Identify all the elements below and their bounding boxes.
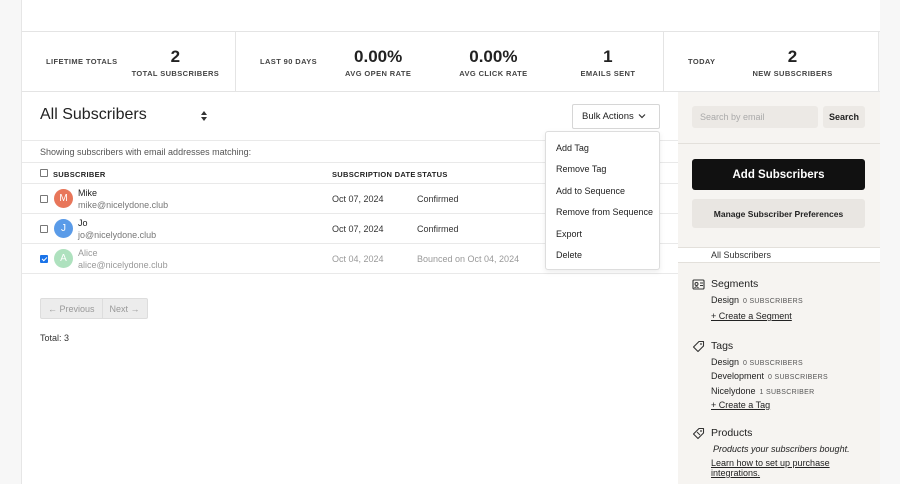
lifetime-label: LIFETIME TOTALS bbox=[46, 57, 118, 66]
menu-item-add-tag[interactable]: Add Tag bbox=[556, 143, 589, 153]
lifetime-group: LIFETIME TOTALS 2 TOTAL SUBSCRIBERS bbox=[22, 32, 236, 91]
new-subscribers-stat: 2 NEW SUBSCRIBERS bbox=[752, 46, 832, 78]
tag-icon bbox=[692, 340, 705, 353]
avg-click-rate-stat: 0.00% AVG CLICK RATE bbox=[459, 46, 527, 78]
bulk-actions-button[interactable]: Bulk Actions bbox=[572, 104, 660, 129]
app-frame: LIFETIME TOTALS 2 TOTAL SUBSCRIBERS LAST… bbox=[21, 0, 880, 484]
manage-preferences-button[interactable]: Manage Subscriber Preferences bbox=[692, 199, 865, 228]
total-count: Total: 3 bbox=[40, 333, 70, 343]
chevron-down-icon bbox=[638, 114, 646, 119]
subscriber-email: alice@nicelydone.club bbox=[78, 260, 168, 270]
segment-name: Design bbox=[711, 295, 740, 305]
add-subscribers-button[interactable]: Add Subscribers bbox=[692, 159, 865, 190]
tag-count: 1 SUBSCRIBER bbox=[759, 389, 815, 396]
tag-item[interactable]: Design 0 SUBSCRIBERS bbox=[711, 357, 803, 367]
subscriber-status: Confirmed bbox=[417, 224, 459, 234]
total-subscribers-stat: 2 TOTAL SUBSCRIBERS bbox=[132, 46, 220, 78]
menu-item-remove-tag[interactable]: Remove Tag bbox=[556, 164, 606, 174]
emails-sent-stat: 1 EMAILS SENT bbox=[580, 46, 635, 78]
col-status: STATUS bbox=[417, 170, 448, 179]
subscription-date: Oct 07, 2024 bbox=[332, 194, 384, 204]
emails-sent-value: 1 bbox=[603, 46, 613, 66]
tag-name: Nicelydone bbox=[711, 386, 756, 396]
menu-item-delete[interactable]: Delete bbox=[556, 250, 582, 260]
row-checkbox[interactable] bbox=[40, 225, 48, 233]
create-segment-link[interactable]: + Create a Segment bbox=[711, 311, 792, 321]
subscriber-name[interactable]: Mike bbox=[78, 188, 97, 198]
avg-click-rate-value: 0.00% bbox=[469, 46, 518, 66]
tag-item[interactable]: Development 0 SUBSCRIBERS bbox=[711, 371, 828, 381]
avg-open-rate-value: 0.00% bbox=[354, 46, 403, 66]
create-tag-link[interactable]: + Create a Tag bbox=[711, 400, 770, 410]
products-title: Products bbox=[711, 427, 753, 439]
stats-bar: LIFETIME TOTALS 2 TOTAL SUBSCRIBERS LAST… bbox=[22, 32, 880, 92]
new-subscribers-value: 2 bbox=[787, 46, 798, 66]
select-all-checkbox[interactable] bbox=[40, 169, 48, 177]
subscriber-email: jo@nicelydone.club bbox=[78, 230, 157, 240]
emails-sent-caption: EMAILS SENT bbox=[580, 68, 636, 78]
subscriber-status: Bounced on Oct 04, 2024 bbox=[417, 254, 520, 264]
next-button[interactable]: Next → bbox=[101, 299, 147, 318]
today-group: TODAY 2 NEW SUBSCRIBERS bbox=[664, 32, 880, 91]
tag-count: 0 SUBSCRIBERS bbox=[768, 374, 828, 381]
avatar: A bbox=[54, 249, 73, 268]
subscription-date: Oct 04, 2024 bbox=[332, 254, 384, 264]
subscriber-name[interactable]: Jo bbox=[78, 218, 88, 228]
bulk-actions-label: Bulk Actions bbox=[582, 111, 634, 122]
avg-open-rate-caption: AVG OPEN RATE bbox=[345, 68, 412, 78]
purchase-integrations-link[interactable]: Learn how to set up purchase integration… bbox=[711, 458, 880, 478]
row-checkbox[interactable] bbox=[40, 255, 48, 263]
segments-icon bbox=[692, 279, 705, 290]
avatar: J bbox=[54, 219, 73, 238]
menu-item-add-to-sequence[interactable]: Add to Sequence bbox=[556, 186, 625, 196]
all-subscribers-label: All Subscribers bbox=[711, 250, 772, 260]
products-description: Products your subscribers bought. bbox=[713, 444, 850, 454]
col-subscription-date: SUBSCRIPTION DATE bbox=[332, 170, 416, 179]
tags-title: Tags bbox=[711, 340, 734, 352]
previous-button[interactable]: ← Previous bbox=[41, 299, 102, 318]
tag-name: Design bbox=[711, 357, 740, 367]
pagination: ← Previous Next → bbox=[40, 298, 148, 319]
avg-open-rate-stat: 0.00% AVG OPEN RATE bbox=[345, 46, 411, 78]
sort-arrows-icon[interactable] bbox=[200, 110, 208, 122]
subscriber-status: Confirmed bbox=[417, 194, 459, 204]
avg-click-rate-caption: AVG CLICK RATE bbox=[459, 68, 528, 78]
col-subscriber: SUBSCRIBER bbox=[53, 170, 106, 179]
total-subscribers-value: 2 bbox=[170, 46, 181, 66]
segment-count: 0 SUBSCRIBERS bbox=[743, 298, 803, 305]
top-bar bbox=[22, 0, 880, 32]
menu-item-remove-from-sequence[interactable]: Remove from Sequence bbox=[556, 207, 653, 217]
total-subscribers-caption: TOTAL SUBSCRIBERS bbox=[131, 68, 220, 78]
tag-item[interactable]: Nicelydone 1 SUBSCRIBER bbox=[711, 386, 814, 396]
segments-title: Segments bbox=[711, 278, 759, 290]
divider bbox=[678, 143, 880, 144]
avatar: M bbox=[54, 189, 73, 208]
all-subscribers-item[interactable]: All Subscribers bbox=[678, 247, 880, 263]
menu-item-export[interactable]: Export bbox=[556, 229, 582, 239]
last90-label: LAST 90 DAYS bbox=[260, 57, 318, 66]
today-label: TODAY bbox=[688, 57, 716, 66]
segment-item[interactable]: Design 0 SUBSCRIBERS bbox=[711, 295, 803, 305]
last90-group: LAST 90 DAYS 0.00% AVG OPEN RATE 0.00% A… bbox=[236, 32, 664, 91]
subscriber-email: mike@nicelydone.club bbox=[78, 200, 169, 210]
search-button[interactable]: Search bbox=[823, 106, 865, 128]
matching-text: Showing subscribers with email addresses… bbox=[40, 147, 252, 157]
row-checkbox[interactable] bbox=[40, 195, 48, 203]
list-selector[interactable]: All Subscribers bbox=[40, 106, 147, 124]
tag-name: Development bbox=[711, 371, 765, 381]
new-subscribers-caption: NEW SUBSCRIBERS bbox=[752, 68, 833, 78]
sidebar: Search Add Subscribers Manage Subscriber… bbox=[678, 92, 880, 484]
subscriber-name[interactable]: Alice bbox=[78, 248, 98, 258]
tag-count: 0 SUBSCRIBERS bbox=[743, 360, 803, 367]
products-tag-icon bbox=[692, 427, 705, 440]
subscription-date: Oct 07, 2024 bbox=[332, 224, 384, 234]
bulk-actions-menu: Add Tag Remove Tag Add to Sequence Remov… bbox=[545, 131, 660, 270]
search-input[interactable] bbox=[692, 106, 818, 128]
